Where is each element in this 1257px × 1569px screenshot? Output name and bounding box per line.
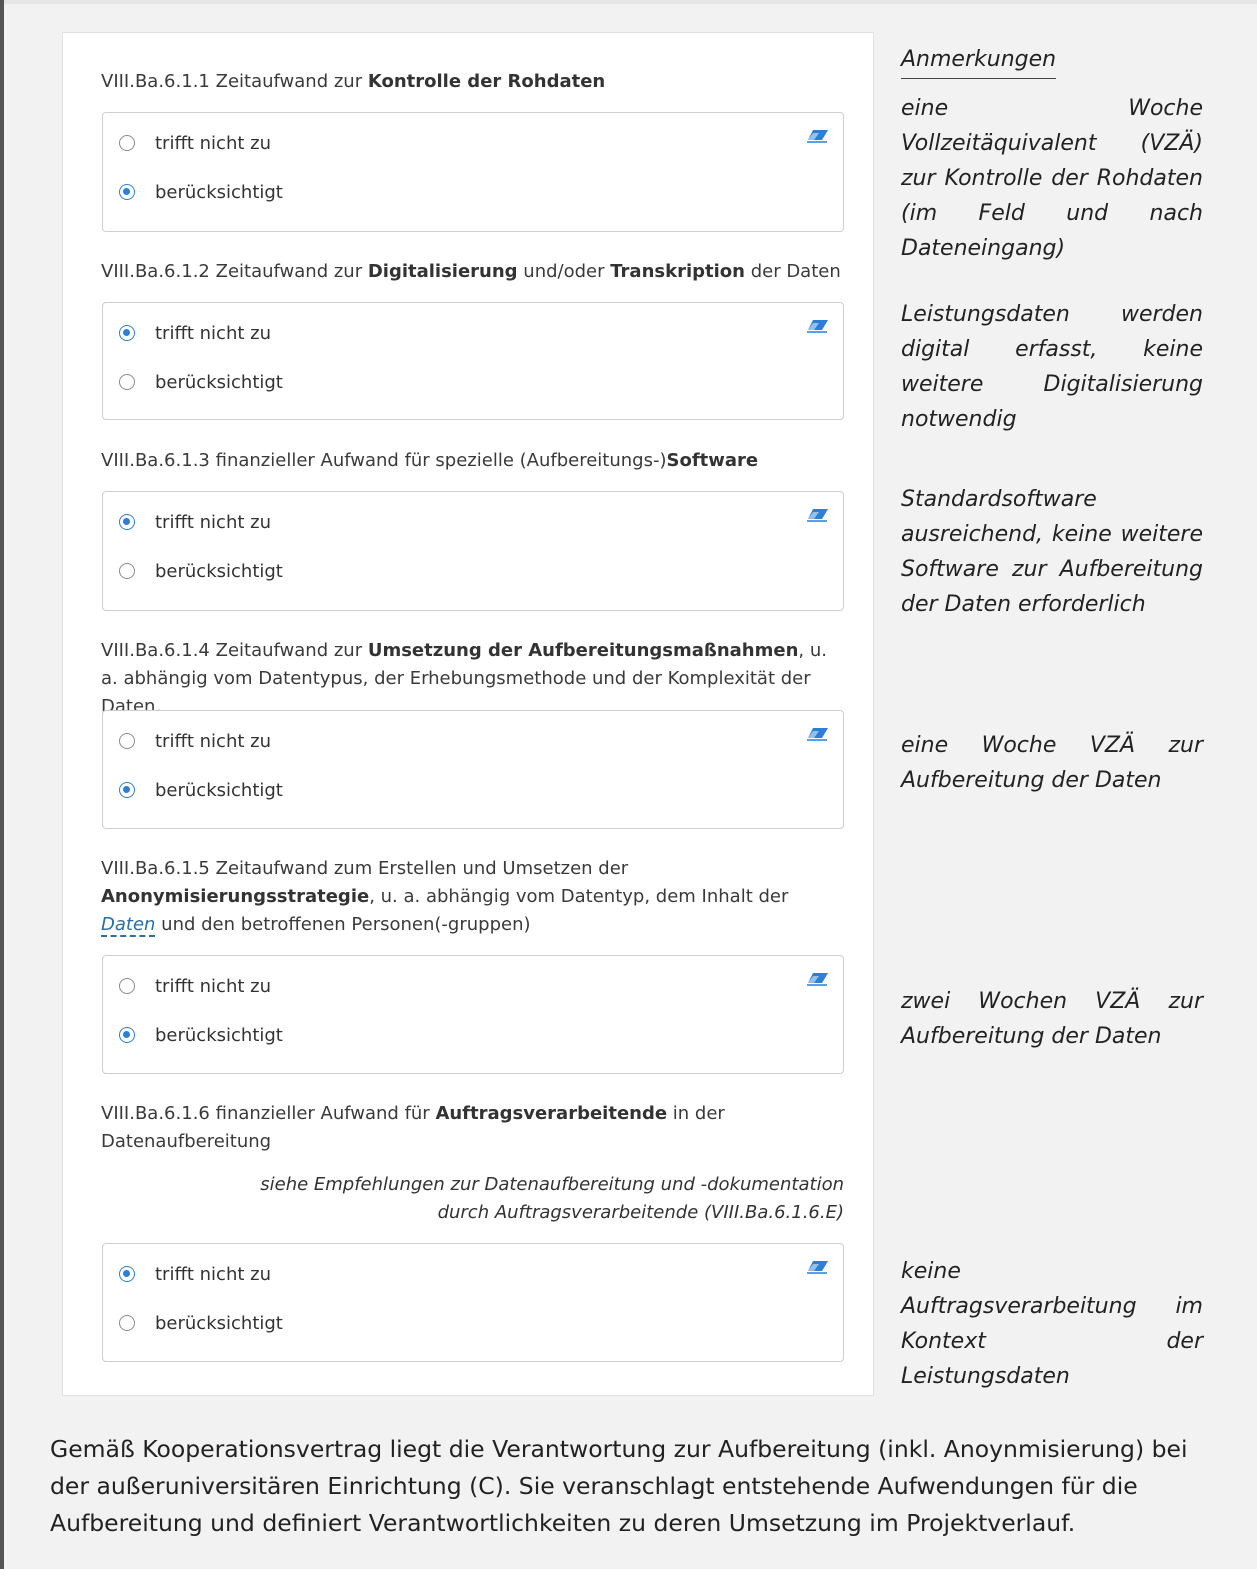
radio-unchecked[interactable] <box>119 135 135 151</box>
option-trifft-nicht-zu[interactable]: trifft nicht zu <box>119 1261 271 1287</box>
option-beruecksichtigt[interactable]: berücksichtigt <box>119 777 283 803</box>
radio-group-3: trifft nicht zu berücksichtigt <box>102 491 844 611</box>
note-1: eine Woche Vollzeitäquivalent (VZÄ) zur … <box>901 96 1203 261</box>
eraser-icon[interactable] <box>807 129 829 143</box>
item-id: VIII.Ba.6.1.6 <box>101 1103 210 1124</box>
option-trifft-nicht-zu[interactable]: trifft nicht zu <box>119 728 271 754</box>
note-6: keine Auftragsverarbeitung im Kontext de… <box>901 1259 1203 1389</box>
item-id: VIII.Ba.6.1.4 <box>101 640 210 661</box>
option-trifft-nicht-zu[interactable]: trifft nicht zu <box>119 320 271 346</box>
radio-unchecked[interactable] <box>119 733 135 749</box>
note-3: Standardsoftware ausreichend, keine weit… <box>901 487 1203 617</box>
radio-checked[interactable] <box>119 184 135 200</box>
note-5: zwei Wochen VZÄ zur Aufbereitung der Dat… <box>901 989 1203 1049</box>
option-beruecksichtigt[interactable]: berücksichtigt <box>119 179 283 205</box>
radio-checked[interactable] <box>119 514 135 530</box>
eraser-icon[interactable] <box>807 319 829 333</box>
item-label-2: VIII.Ba.6.1.2 Zeitaufwand zur Digitalisi… <box>101 261 841 282</box>
eraser-icon[interactable] <box>807 508 829 522</box>
radio-checked[interactable] <box>119 1027 135 1043</box>
radio-group-2: trifft nicht zu berücksichtigt <box>102 302 844 420</box>
item-label-1: VIII.Ba.6.1.1 Zeitaufwand zur Kontrolle … <box>101 71 606 92</box>
item-id: VIII.Ba.6.1.3 <box>101 450 210 471</box>
radio-group-5: trifft nicht zu berücksichtigt <box>102 955 844 1074</box>
eraser-icon[interactable] <box>807 727 829 741</box>
item-id: VIII.Ba.6.1.2 <box>101 261 210 282</box>
note-4: eine Woche VZÄ zur Aufbereitung der Date… <box>901 733 1203 793</box>
item-label-5: VIII.Ba.6.1.5 Zeitaufwand zum Erstellen … <box>101 858 789 937</box>
eraser-icon[interactable] <box>807 1260 829 1274</box>
option-beruecksichtigt[interactable]: berücksichtigt <box>119 1310 283 1336</box>
note-2: Leistungsdaten werden digital erfasst, k… <box>901 302 1203 432</box>
option-trifft-nicht-zu[interactable]: trifft nicht zu <box>119 130 271 156</box>
radio-unchecked[interactable] <box>119 1315 135 1331</box>
glossary-link-daten[interactable]: Daten <box>101 914 156 937</box>
top-rule <box>0 0 1257 4</box>
item-id: VIII.Ba.6.1.1 <box>101 71 210 92</box>
radio-unchecked[interactable] <box>119 374 135 390</box>
radio-group-4: trifft nicht zu berücksichtigt <box>102 710 844 829</box>
page: VIII.Ba.6.1.1 Zeitaufwand zur Kontrolle … <box>0 0 1257 1569</box>
item-label-3: VIII.Ba.6.1.3 finanzieller Aufwand für s… <box>101 450 759 471</box>
item-label-6: VIII.Ba.6.1.6 finanzieller Aufwand für A… <box>101 1103 725 1152</box>
recommendation-hint[interactable]: siehe Empfehlungen zur Datenaufbereitung… <box>101 1171 844 1227</box>
option-beruecksichtigt[interactable]: berücksichtigt <box>119 558 283 584</box>
item-label-4: VIII.Ba.6.1.4 Zeitaufwand zur Umsetzung … <box>101 640 827 717</box>
radio-checked[interactable] <box>119 1266 135 1282</box>
radio-checked[interactable] <box>119 782 135 798</box>
option-beruecksichtigt[interactable]: berücksichtigt <box>119 1022 283 1048</box>
option-beruecksichtigt[interactable]: berücksichtigt <box>119 369 283 395</box>
eraser-icon[interactable] <box>807 972 829 986</box>
option-trifft-nicht-zu[interactable]: trifft nicht zu <box>119 973 271 999</box>
radio-unchecked[interactable] <box>119 563 135 579</box>
item-id: VIII.Ba.6.1.5 <box>101 858 210 879</box>
radio-unchecked[interactable] <box>119 978 135 994</box>
footer-paragraph: Gemäß Kooperationsvertrag liegt die Vera… <box>50 1435 1188 1537</box>
option-trifft-nicht-zu[interactable]: trifft nicht zu <box>119 509 271 535</box>
radio-group-1: trifft nicht zu berücksichtigt <box>102 112 844 232</box>
notes-heading: Anmerkungen <box>901 44 1057 79</box>
radio-checked[interactable] <box>119 325 135 341</box>
left-rule <box>0 0 4 1569</box>
radio-group-6: trifft nicht zu berücksichtigt <box>102 1243 844 1362</box>
